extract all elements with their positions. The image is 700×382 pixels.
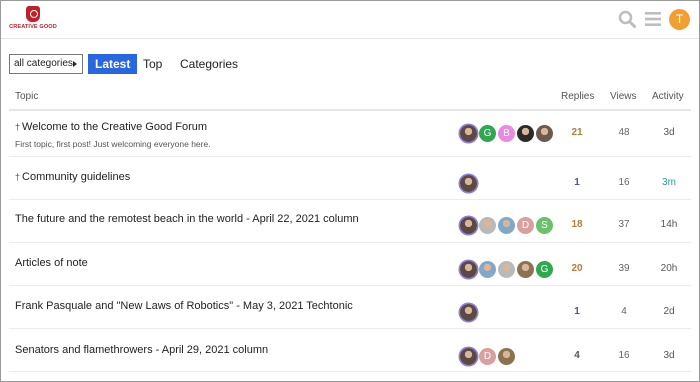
activity-time[interactable]: 3d (654, 350, 684, 361)
poster-avatar[interactable]: G (479, 125, 496, 142)
topic-row[interactable]: † Welcome to the Creative Good Forum First… (9, 112, 691, 157)
column-header-replies[interactable]: Replies (561, 91, 594, 102)
activity-time[interactable]: 14h (654, 219, 684, 230)
topic-title-link[interactable]: Articles of note (15, 257, 88, 269)
poster-avatar[interactable] (517, 261, 534, 278)
poster-avatar[interactable] (498, 261, 515, 278)
topic-excerpt: First topic, first post! Just welcoming … (15, 139, 211, 149)
replies-count: 1 (574, 306, 580, 317)
topic-row[interactable]: Frank Pasquale and "New Laws of Robotics… (9, 286, 691, 329)
views-count: 16 (618, 177, 630, 188)
replies-count: 20 (571, 263, 583, 274)
search-icon[interactable] (618, 10, 636, 28)
poster-avatar[interactable] (460, 261, 477, 278)
views-count: 37 (618, 219, 630, 230)
poster-avatar[interactable] (498, 348, 515, 365)
poster-avatar[interactable] (517, 125, 534, 142)
tab-top[interactable]: Top (143, 54, 162, 74)
poster-avatar[interactable] (536, 125, 553, 142)
topic-title-link[interactable]: † Welcome to the Creative Good Forum (15, 121, 207, 133)
topic-title-link[interactable]: Senators and flamethrowers - April 29, 2… (15, 344, 268, 356)
topic-row[interactable]: Articles of note G 20 39 20h (9, 243, 691, 286)
site-header: CREATIVE GOOD T (1, 1, 699, 39)
poster-avatar[interactable] (479, 261, 496, 278)
replies-count: 4 (574, 350, 580, 361)
tab-categories[interactable]: Categories (180, 54, 238, 74)
views-count: 48 (618, 127, 630, 138)
topic-title-text: Articles of note (15, 257, 88, 269)
creative-good-logo[interactable]: CREATIVE GOOD (9, 5, 57, 35)
category-dropdown-label: all categories (14, 58, 73, 69)
replies-count: 1 (574, 177, 580, 188)
category-dropdown[interactable]: all categories (9, 54, 83, 74)
activity-time[interactable]: 20h (654, 263, 684, 274)
topic-title-link[interactable]: Frank Pasquale and "New Laws of Robotics… (15, 300, 353, 312)
logo-text: CREATIVE GOOD (9, 24, 57, 30)
poster-avatar[interactable]: D (479, 348, 496, 365)
poster-avatar[interactable]: D (517, 217, 534, 234)
activity-time[interactable]: 3d (654, 127, 684, 138)
topic-row[interactable]: The future and the remotest beach in the… (9, 200, 691, 243)
pin-icon: † (15, 122, 21, 132)
poster-avatar[interactable] (460, 304, 477, 321)
column-header-activity[interactable]: Activity (652, 91, 684, 102)
poster-avatar[interactable] (460, 175, 477, 192)
caret-right-icon (73, 61, 77, 67)
tab-latest[interactable]: Latest (88, 54, 138, 74)
views-count: 16 (618, 350, 630, 361)
poster-avatar[interactable]: B (498, 125, 515, 142)
poster-avatar[interactable] (460, 348, 477, 365)
views-count: 39 (618, 263, 630, 274)
pin-icon: † (15, 172, 21, 182)
poster-avatar[interactable] (498, 217, 515, 234)
topic-row[interactable]: Senators and flamethrowers - April 29, 2… (9, 329, 691, 372)
topic-title-text: Frank Pasquale and "New Laws of Robotics… (15, 300, 353, 312)
topic-title-text: Community guidelines (22, 171, 131, 183)
topic-title-link[interactable]: The future and the remotest beach in the… (15, 213, 359, 225)
topic-row[interactable]: † Community guidelines 1 16 3m (9, 157, 691, 200)
topic-title-text: Welcome to the Creative Good Forum (22, 121, 208, 133)
poster-avatar[interactable]: G (536, 261, 553, 278)
replies-count: 21 (571, 127, 583, 138)
activity-time[interactable]: 3m (654, 177, 684, 188)
column-header-topic[interactable]: Topic (15, 91, 38, 102)
hamburger-menu-icon[interactable] (645, 11, 661, 27)
poster-avatar[interactable] (460, 125, 477, 142)
current-user-avatar[interactable]: T (669, 9, 690, 30)
poster-avatar[interactable] (460, 217, 477, 234)
activity-time[interactable]: 2d (654, 306, 684, 317)
poster-avatar[interactable] (479, 217, 496, 234)
column-header-views[interactable]: Views (610, 91, 637, 102)
logo-badge-icon (26, 6, 40, 22)
topic-title-text: Senators and flamethrowers - April 29, 2… (15, 344, 269, 356)
views-count: 4 (621, 306, 627, 317)
forum-window: CREATIVE GOOD T all categories Latest To… (0, 0, 700, 382)
topic-list-header: Topic Replies Views Activity (9, 89, 691, 111)
topic-title-link[interactable]: † Community guidelines (15, 171, 130, 183)
topic-title-text: The future and the remotest beach in the… (15, 213, 359, 225)
replies-count: 18 (571, 219, 583, 230)
poster-avatar[interactable]: S (536, 217, 553, 234)
